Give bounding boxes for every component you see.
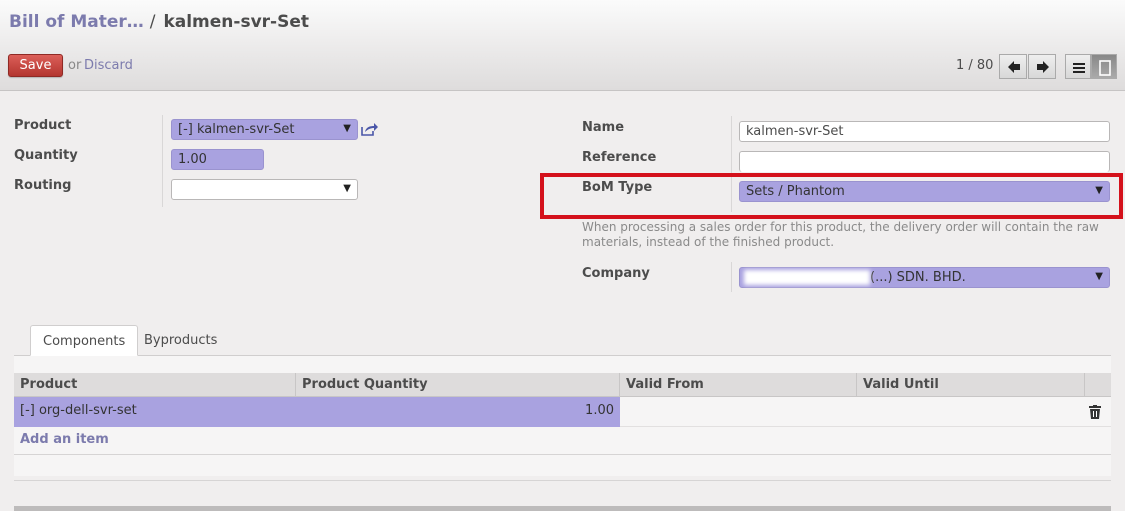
bom-type-help-text: When processing a sales order for this p…	[582, 220, 1099, 249]
list-icon	[1073, 63, 1085, 73]
bottom-bar	[14, 506, 1111, 511]
chevron-down-icon: ▼	[1095, 271, 1103, 282]
or-text: or	[68, 58, 82, 73]
save-button[interactable]: Save	[8, 54, 63, 77]
form-icon	[1099, 60, 1111, 76]
reference-label: Reference	[582, 150, 657, 165]
company-label: Company	[582, 266, 650, 281]
company-value: (...) SDN. BHD.	[870, 270, 966, 285]
redaction-blur	[744, 270, 870, 285]
table-header: Product Product Quantity Valid From Vali…	[14, 373, 1111, 397]
arrow-left-icon	[1008, 61, 1020, 73]
discard-link[interactable]: Discard	[84, 58, 133, 73]
chevron-down-icon: ▼	[343, 123, 351, 134]
arrow-right-icon	[1037, 61, 1049, 73]
table-row-remainder	[620, 397, 1111, 427]
breadcrumb: Bill of Mater… / kalmen-svr-Set	[9, 12, 309, 32]
table-row[interactable]: [-] org-dell-svr-set 1.00	[14, 397, 620, 427]
name-label: Name	[582, 120, 625, 135]
form-view-button[interactable]	[1091, 54, 1117, 79]
quantity-value: 1.00	[178, 152, 207, 167]
breadcrumb-separator: /	[149, 12, 156, 32]
breadcrumb-parent-link[interactable]: Bill of Mater…	[9, 12, 144, 32]
row-quantity-cell: 1.00	[585, 403, 614, 418]
column-divider	[162, 115, 163, 207]
form-header: Bill of Mater… / kalmen-svr-Set Save or D…	[0, 0, 1125, 91]
routing-select[interactable]: ▼	[171, 179, 358, 200]
tab-byproducts[interactable]: Byproducts	[132, 325, 229, 356]
product-select-value: [-] kalmen-svr-Set	[178, 122, 295, 137]
external-link-icon[interactable]	[361, 122, 379, 136]
product-label: Product	[14, 118, 72, 133]
quantity-label: Quantity	[14, 148, 78, 163]
list-view-button[interactable]	[1065, 54, 1091, 79]
column-header-valid-until[interactable]: Valid Until	[857, 373, 1085, 397]
column-header-valid-from[interactable]: Valid From	[620, 373, 857, 397]
column-header-product-quantity[interactable]: Product Quantity	[296, 373, 620, 397]
reference-input[interactable]	[739, 151, 1110, 172]
add-item-link[interactable]: Add an item	[20, 432, 109, 447]
table-row-divider	[14, 454, 1111, 455]
column-divider	[731, 262, 732, 292]
row-product-cell: [-] org-dell-svr-set	[20, 403, 137, 418]
product-select[interactable]: [-] kalmen-svr-Set ▼	[171, 119, 358, 140]
quantity-input[interactable]: 1.00	[171, 149, 264, 170]
table-row-divider	[14, 480, 1111, 481]
tab-components[interactable]: Components	[30, 325, 139, 356]
chevron-down-icon: ▼	[343, 183, 351, 194]
annotation-highlight-box	[540, 173, 1123, 219]
name-value: kalmen-svr-Set	[746, 124, 844, 139]
routing-label: Routing	[14, 178, 72, 193]
column-header-product[interactable]: Product	[14, 373, 296, 397]
breadcrumb-current: kalmen-svr-Set	[163, 12, 309, 32]
trash-icon[interactable]	[1089, 405, 1101, 419]
pager-counter: 1 / 80	[956, 58, 994, 73]
pager-previous-button[interactable]	[999, 54, 1027, 79]
name-input[interactable]: kalmen-svr-Set	[739, 121, 1110, 142]
pager-next-button[interactable]	[1028, 54, 1056, 79]
